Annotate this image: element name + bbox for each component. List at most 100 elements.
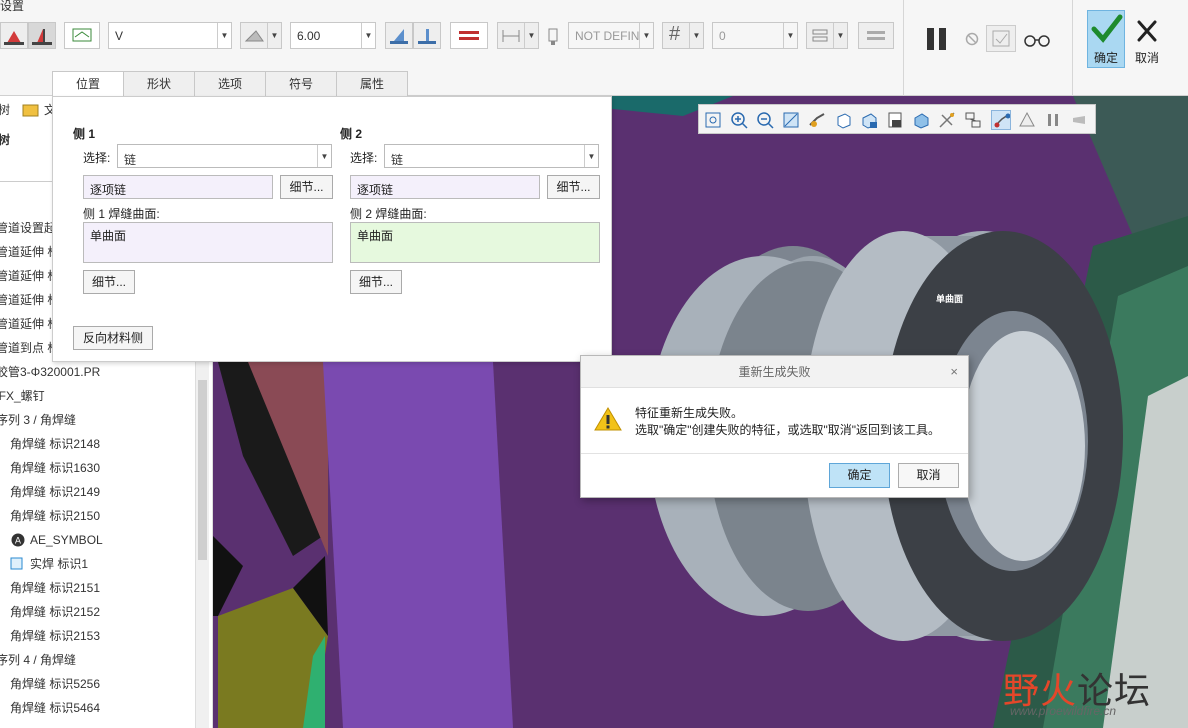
chevron-down-icon: ▼ (217, 23, 231, 48)
repaint-icon[interactable] (781, 110, 801, 130)
solid-weld-icon (10, 557, 23, 570)
chevron-down-icon: ▼ (524, 23, 538, 48)
saved-orientations-icon[interactable] (833, 110, 853, 130)
intermittent-weld-button[interactable] (450, 22, 488, 49)
weld-type-dropdown[interactable]: V ▼ (108, 22, 232, 49)
display-style-icon[interactable] (911, 110, 931, 130)
chevron-down-icon: ▼ (833, 23, 847, 48)
side1-surface-collector[interactable]: 单曲面 (83, 222, 333, 263)
tree-item[interactable]: lFX_螺钉 (0, 384, 45, 408)
tab-placement[interactable]: 位置 (52, 71, 124, 96)
watermark-url: www.proewildfire.cn (1010, 704, 1117, 718)
pattern-dropdown[interactable]: ▼ (806, 22, 848, 49)
previous-view-icon[interactable] (1069, 110, 1089, 130)
weld-orientation-button[interactable] (64, 22, 100, 49)
glasses-icon[interactable] (1022, 30, 1052, 48)
dialog-title: 重新生成失败 (581, 356, 968, 388)
tree-item[interactable]: 管道延伸 标 (0, 240, 59, 264)
flip-material-side-button[interactable]: 反向材料侧 (73, 326, 153, 350)
weld-side-button-1[interactable] (0, 22, 28, 49)
tree-item[interactable]: 角焊缝 标识5256 (10, 672, 100, 696)
cancel-button-label: 取消 (1134, 51, 1159, 65)
tab-properties[interactable]: 属性 (336, 71, 408, 96)
dialog-ok-button[interactable]: 确定 (829, 463, 890, 488)
side1-surface-detail-button[interactable]: 细节... (83, 270, 135, 294)
tree-item[interactable]: 管道到点 标 (0, 336, 59, 360)
tree-filter-input[interactable] (0, 154, 52, 182)
side2-select-dropdown[interactable]: 链 ▼ (384, 144, 599, 168)
tree-item[interactable]: 管道延伸 标 (0, 264, 59, 288)
chevron-down-icon: ▼ (783, 23, 797, 48)
tab-options[interactable]: 选项 (194, 71, 266, 96)
tree-item[interactable]: 管道设置起 (0, 216, 56, 240)
verify-preview-button[interactable] (986, 25, 1016, 52)
tree-item[interactable]: 角焊缝 标识2148 (10, 432, 100, 456)
side2-surface-collector[interactable]: 单曲面 (350, 222, 600, 263)
tree-item[interactable]: AE_SYMBOL (30, 528, 103, 552)
tree-item[interactable]: 实焊 标识1 (30, 552, 88, 576)
length-icon (502, 30, 520, 42)
dialog-divider (581, 453, 968, 454)
tree-item[interactable]: 管道延伸 标 (0, 288, 59, 312)
annotation-display-icon[interactable] (963, 110, 983, 130)
tree-item[interactable]: 角焊缝 标识2149 (10, 480, 100, 504)
side2-chain-collector[interactable]: 逐项链 (350, 175, 540, 199)
dialog-message-line2: 选取"确定"创建失败的特征，或选取"取消"返回到该工具。 (635, 423, 941, 437)
tree-item[interactable]: 序列 3 / 角焊缝 (0, 408, 76, 432)
tree-item[interactable]: 角焊缝 标识2152 (10, 600, 100, 624)
perspective-icon[interactable] (1017, 110, 1037, 130)
tree-header: 树 (0, 133, 11, 147)
not-defined-dropdown[interactable]: NOT DEFIN ▼ (568, 22, 654, 49)
pattern-icon (812, 29, 828, 42)
tree-scrollbar-thumb[interactable] (198, 380, 207, 560)
dimension-scheme-icon (244, 30, 264, 42)
weld-size-input[interactable]: 6.00 ▼ (290, 22, 376, 49)
side2-surface-detail-button[interactable]: 细节... (350, 270, 402, 294)
refit-icon[interactable] (703, 110, 723, 130)
side2-detail-button[interactable]: 细节... (547, 175, 600, 199)
named-views-icon[interactable] (859, 110, 879, 130)
view-manager-icon[interactable] (885, 110, 905, 130)
stagger-button[interactable] (858, 22, 894, 49)
tree-item[interactable]: 角焊缝 标识5464 (10, 696, 100, 720)
weld-orientation-icon (72, 28, 92, 42)
checkmark-icon (1091, 14, 1123, 43)
spin-center-active-icon[interactable] (991, 110, 1011, 130)
no-preview-icon[interactable] (964, 31, 980, 47)
stagger-icon (867, 31, 885, 40)
close-icon[interactable]: × (950, 364, 958, 379)
tree-tab-model[interactable]: 树 (0, 98, 10, 122)
tree-item[interactable]: 角焊缝 标识1630 (10, 456, 100, 480)
weld-mode-button-2[interactable] (413, 22, 441, 49)
tree-item[interactable]: 角焊缝 标识2150 (10, 504, 100, 528)
weld-bevel-icon (32, 29, 52, 45)
ok-button-label: 确定 (1093, 51, 1118, 65)
spin-center-icon[interactable] (807, 110, 827, 130)
cancel-button[interactable] (1131, 14, 1163, 48)
zoom-out-icon[interactable] (755, 110, 775, 130)
tab-shape[interactable]: 形状 (123, 71, 195, 96)
dashboard-tabs: 位置 形状 选项 符号 属性 (52, 71, 408, 96)
tree-item[interactable]: 管道延伸 标 (0, 312, 59, 336)
side1-select-dropdown[interactable]: 链 ▼ (117, 144, 332, 168)
intermittent-weld-icon (459, 31, 479, 40)
weld-mode-button-1[interactable] (385, 22, 413, 49)
tree-item[interactable]: 角焊缝 标识2151 (10, 576, 100, 600)
tab-symbol[interactable]: 符号 (265, 71, 337, 96)
dimension-scheme-dropdown[interactable]: ▼ (240, 22, 282, 49)
pause-icon[interactable] (924, 26, 950, 52)
side1-chain-collector[interactable]: 逐项链 (83, 175, 273, 199)
tree-item[interactable]: 序列 4 / 角焊缝 (0, 648, 76, 672)
count-input[interactable]: 0 ▼ (712, 22, 798, 49)
pitch-dropdown[interactable]: # ▼ (662, 22, 704, 49)
dialog-cancel-button[interactable]: 取消 (898, 463, 959, 488)
tree-item[interactable]: 胶管3-Φ320001.PR (0, 360, 100, 384)
side1-detail-button[interactable]: 细节... (280, 175, 333, 199)
datum-display-icon[interactable] (937, 110, 957, 130)
zoom-in-icon[interactable] (729, 110, 749, 130)
side1-select-label: 选择: (83, 151, 111, 165)
weld-side-button-2[interactable] (28, 22, 56, 49)
length-dropdown[interactable]: ▼ (497, 22, 539, 49)
tree-item[interactable]: 角焊缝 标识2153 (10, 624, 100, 648)
pause-animation-icon[interactable] (1043, 110, 1063, 130)
